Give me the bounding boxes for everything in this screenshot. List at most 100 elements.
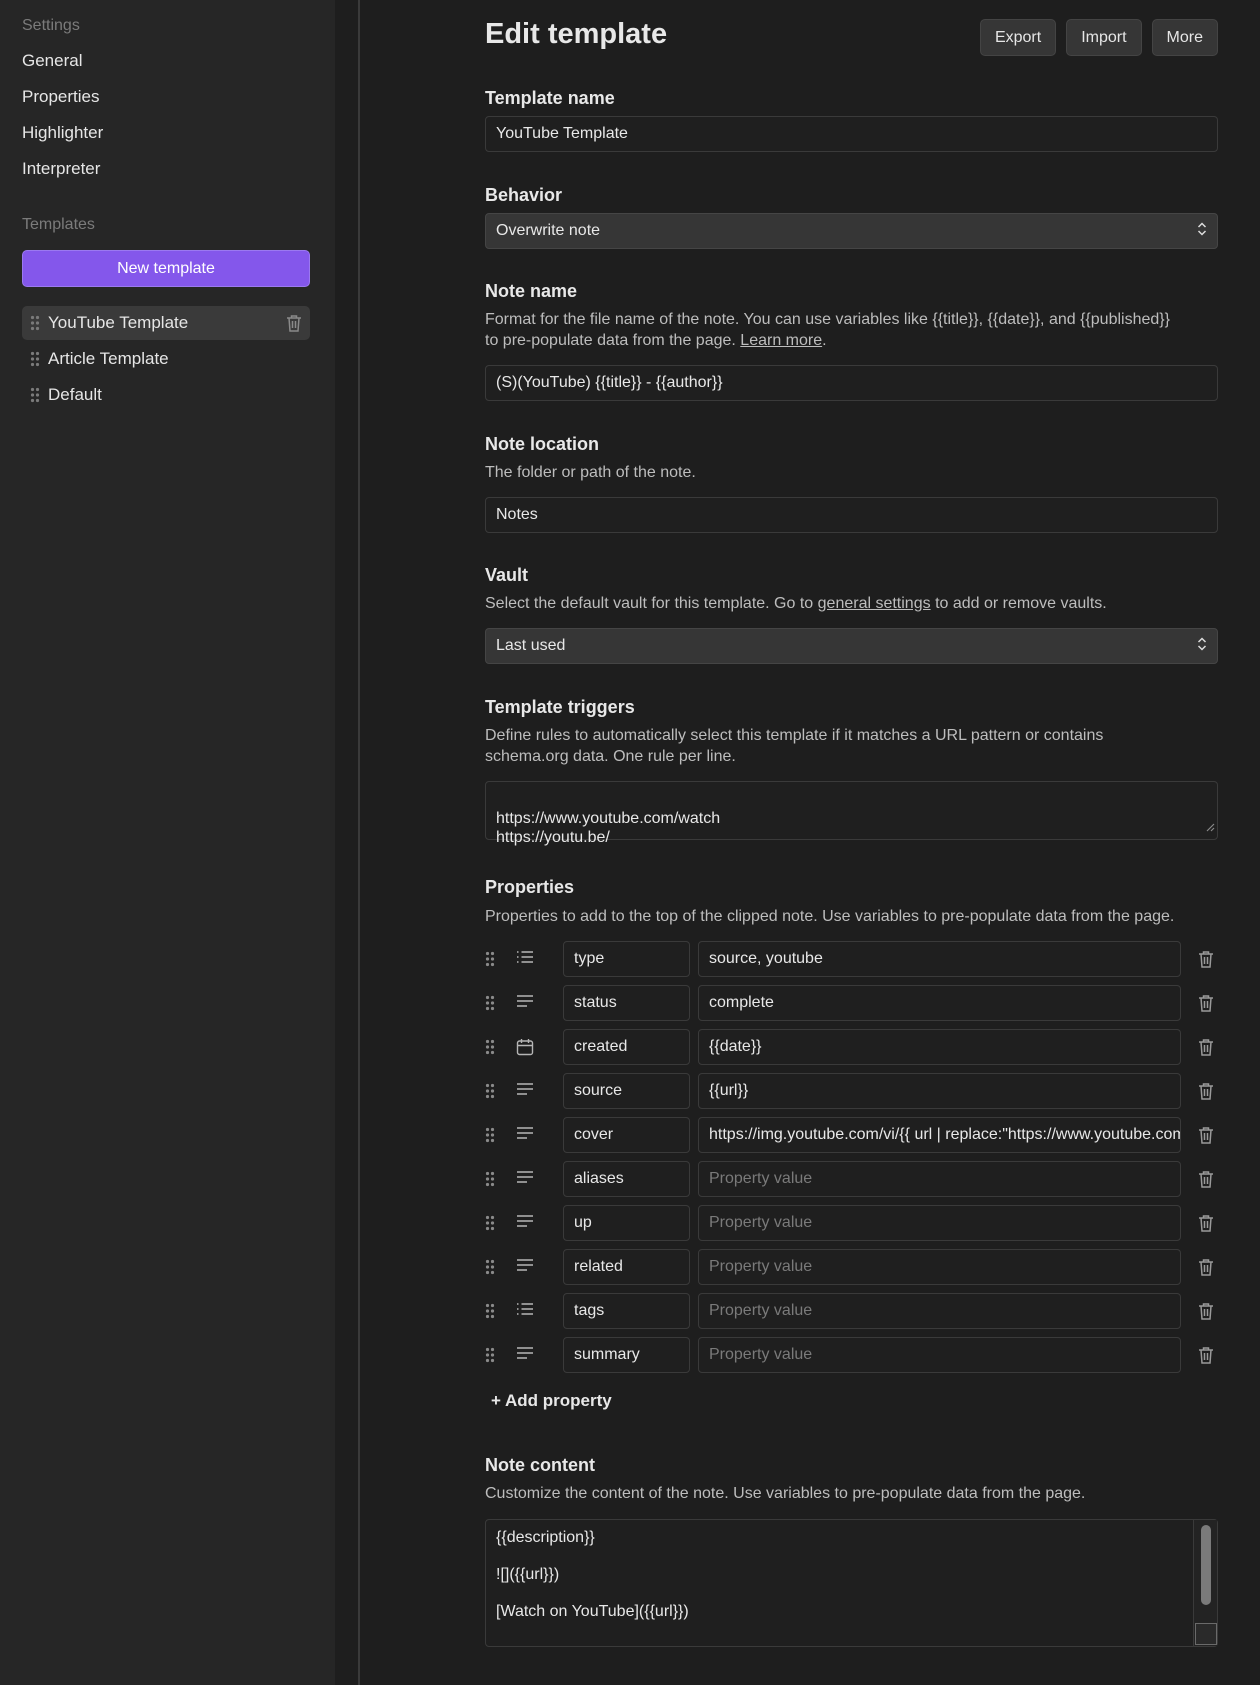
drag-handle-icon[interactable] — [485, 1303, 495, 1319]
template-item-label: Article Template — [48, 349, 169, 368]
note-content-description: Customize the content of the note. Use v… — [485, 1485, 1086, 1502]
note-content-textarea[interactable]: {{description}} ![]({{url}}) [Watch on Y… — [485, 1519, 1218, 1647]
note-name-description: Format for the file name of the note. Yo… — [485, 311, 1170, 349]
sidebar-item-properties[interactable]: Properties — [22, 87, 99, 107]
drag-handle-icon[interactable] — [485, 951, 495, 967]
more-button[interactable]: More — [1151, 19, 1218, 56]
note-content-line: ![]({{url}}) — [496, 1566, 560, 1583]
learn-more-link[interactable]: Learn more — [740, 332, 822, 349]
trash-icon[interactable] — [1198, 1302, 1214, 1325]
drag-handle-icon[interactable] — [485, 1083, 495, 1099]
text-icon[interactable] — [516, 1126, 534, 1145]
template-item-label: Default — [48, 385, 102, 404]
templates-heading: Templates — [22, 216, 95, 233]
property-name-input[interactable]: source — [563, 1073, 690, 1109]
drag-handle-icon[interactable] — [485, 1259, 495, 1275]
property-row-related: related Property value — [485, 1249, 1218, 1285]
note-content-scrollbar[interactable] — [1193, 1520, 1217, 1646]
property-value-input[interactable]: Property value — [698, 1161, 1181, 1197]
note-name-label: Note name — [485, 281, 578, 301]
sidebar: Settings General Properties Highlighter … — [0, 0, 360, 1685]
property-name-input[interactable]: summary — [563, 1337, 690, 1373]
drag-handle-icon[interactable] — [22, 387, 48, 403]
trash-icon[interactable] — [1198, 950, 1214, 973]
property-name-input[interactable]: type — [563, 941, 690, 977]
trash-icon[interactable] — [1198, 1038, 1214, 1061]
property-name-input[interactable]: related — [563, 1249, 690, 1285]
property-name-input[interactable]: tags — [563, 1293, 690, 1329]
text-icon[interactable] — [516, 1346, 534, 1365]
property-name-input[interactable]: created — [563, 1029, 690, 1065]
property-value-input[interactable]: {{url}} — [698, 1073, 1181, 1109]
page-title: Edit template — [485, 18, 668, 50]
import-button[interactable]: Import — [1066, 19, 1142, 56]
sidebar-item-highlighter[interactable]: Highlighter — [22, 123, 103, 143]
text-icon[interactable] — [516, 1214, 534, 1233]
resize-handle-icon[interactable] — [1205, 818, 1215, 837]
trash-icon[interactable] — [1198, 1346, 1214, 1369]
property-value-input[interactable]: complete — [698, 985, 1181, 1021]
trash-icon[interactable] — [1198, 1126, 1214, 1149]
property-value-input[interactable]: Property value — [698, 1337, 1181, 1373]
list-icon[interactable] — [516, 950, 534, 969]
new-template-button[interactable]: New template — [22, 250, 310, 287]
template-item-label: YouTube Template — [48, 313, 189, 332]
property-row-status: status complete — [485, 985, 1218, 1021]
template-name-label: Template name — [485, 88, 615, 108]
trash-icon[interactable] — [1198, 994, 1214, 1017]
behavior-select[interactable]: Overwrite note — [485, 213, 1218, 249]
calendar-icon[interactable] — [516, 1038, 534, 1061]
template-name-input[interactable]: YouTube Template — [485, 116, 1218, 152]
drag-handle-icon[interactable] — [22, 315, 48, 331]
note-location-description: The folder or path of the note. — [485, 464, 696, 481]
property-value-input[interactable]: Property value — [698, 1249, 1181, 1285]
template-item-youtube[interactable]: YouTube Template — [22, 306, 310, 340]
drag-handle-icon[interactable] — [485, 1171, 495, 1187]
property-value-input[interactable]: source, youtube — [698, 941, 1181, 977]
drag-handle-icon[interactable] — [485, 1347, 495, 1363]
property-value-input[interactable]: Property value — [698, 1293, 1181, 1329]
text-icon[interactable] — [516, 1258, 534, 1277]
template-item-article[interactable]: Article Template — [22, 342, 310, 376]
drag-handle-icon[interactable] — [485, 1215, 495, 1231]
resize-handle-icon[interactable] — [1195, 1623, 1217, 1645]
note-name-input[interactable]: (S)(YouTube) {{title}} - {{author}} — [485, 365, 1218, 401]
property-name-input[interactable]: up — [563, 1205, 690, 1241]
template-triggers-value: https://www.youtube.com/watch https://yo… — [496, 810, 721, 846]
note-content-line: {{description}} — [496, 1529, 595, 1546]
vault-select[interactable]: Last used — [485, 628, 1218, 664]
sidebar-item-interpreter[interactable]: Interpreter — [22, 159, 100, 179]
sidebar-item-general[interactable]: General — [22, 51, 82, 71]
property-name-input[interactable]: cover — [563, 1117, 690, 1153]
chevron-updown-icon — [1197, 221, 1207, 242]
trash-icon[interactable] — [1198, 1082, 1214, 1105]
property-value-input[interactable]: {{date}} — [698, 1029, 1181, 1065]
template-triggers-textarea[interactable]: https://www.youtube.com/watch https://yo… — [485, 781, 1218, 846]
template-triggers-label: Template triggers — [485, 697, 635, 717]
drag-handle-icon[interactable] — [22, 351, 48, 367]
property-name-input[interactable]: aliases — [563, 1161, 690, 1197]
drag-handle-icon[interactable] — [485, 1127, 495, 1143]
add-property-button[interactable]: + Add property — [491, 1391, 612, 1411]
note-location-input[interactable]: Notes — [485, 497, 1218, 533]
general-settings-link[interactable]: general settings — [818, 595, 931, 612]
export-button[interactable]: Export — [979, 19, 1057, 56]
drag-handle-icon[interactable] — [485, 995, 495, 1011]
property-name-input[interactable]: status — [563, 985, 690, 1021]
trash-icon[interactable] — [1198, 1214, 1214, 1237]
drag-handle-icon[interactable] — [485, 1039, 495, 1055]
template-item-default[interactable]: Default — [22, 378, 310, 412]
trash-icon[interactable] — [286, 314, 302, 337]
properties-label: Properties — [485, 877, 575, 897]
trash-icon[interactable] — [1198, 1258, 1214, 1281]
property-value-input[interactable]: Property value — [698, 1205, 1181, 1241]
text-icon[interactable] — [516, 1082, 534, 1101]
trash-icon[interactable] — [1198, 1170, 1214, 1193]
list-icon[interactable] — [516, 1302, 534, 1321]
text-icon[interactable] — [516, 1170, 534, 1189]
text-icon[interactable] — [516, 994, 534, 1013]
scrollbar-thumb[interactable] — [1201, 1525, 1211, 1605]
header-actions: Export Import More — [979, 19, 1218, 56]
property-value-input[interactable]: https://img.youtube.com/vi/{{ url | repl… — [698, 1117, 1181, 1153]
property-row-cover: cover https://img.youtube.com/vi/{{ url |… — [485, 1117, 1218, 1153]
